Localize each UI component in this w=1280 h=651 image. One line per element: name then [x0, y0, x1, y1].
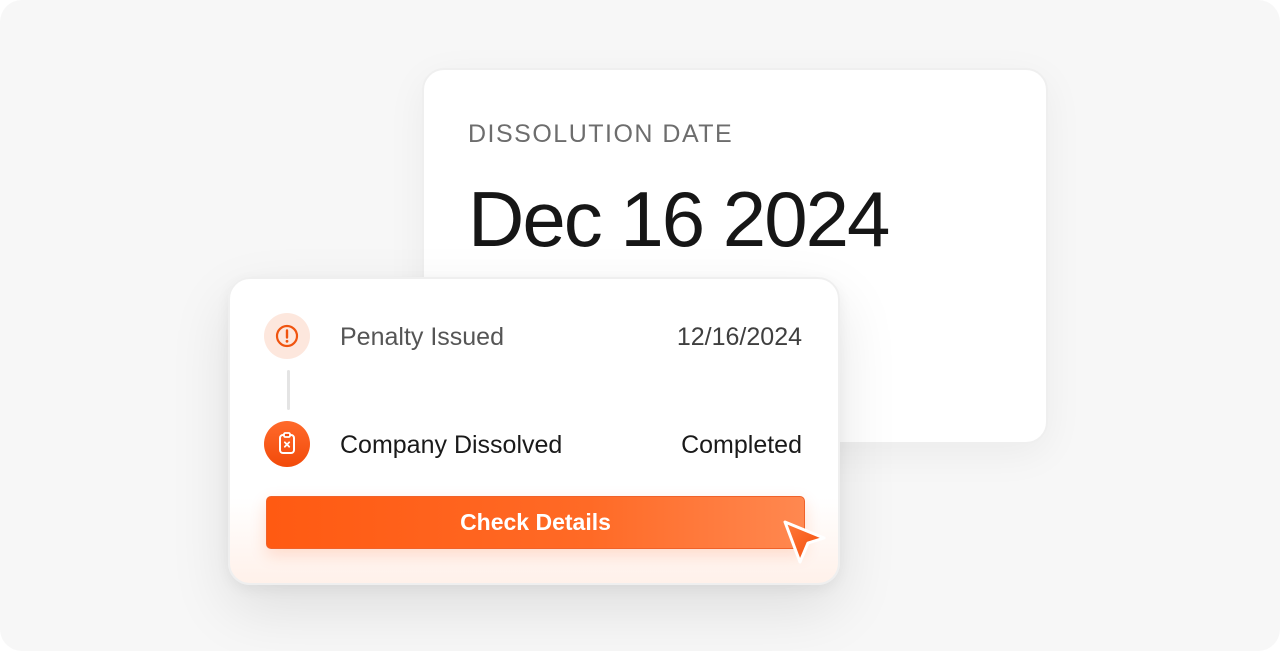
canvas: DISSOLUTION DATE Dec 16 2024 Penalty Iss… — [0, 0, 1280, 651]
timeline-row-date: 12/16/2024 — [676, 323, 802, 351]
pointer-arrow-icon — [780, 518, 828, 568]
dissolution-date-label: DISSOLUTION DATE — [468, 120, 734, 148]
timeline-row-title: Penalty Issued — [340, 323, 504, 351]
timeline-row-title: Company Dissolved — [340, 431, 563, 459]
timeline-row-dissolved: Company Dissolved Completed — [264, 421, 802, 467]
alert-circle-icon — [264, 313, 310, 359]
dissolution-date-value: Dec 16 2024 — [468, 175, 890, 263]
timeline-connector — [287, 370, 290, 410]
status-timeline-card: Penalty Issued 12/16/2024 Company Dissol… — [228, 277, 840, 585]
check-details-button[interactable]: Check Details — [266, 496, 805, 549]
clipboard-x-icon — [264, 421, 310, 467]
timeline-row-status: Completed — [681, 431, 802, 459]
timeline-row-penalty: Penalty Issued 12/16/2024 — [264, 313, 802, 359]
